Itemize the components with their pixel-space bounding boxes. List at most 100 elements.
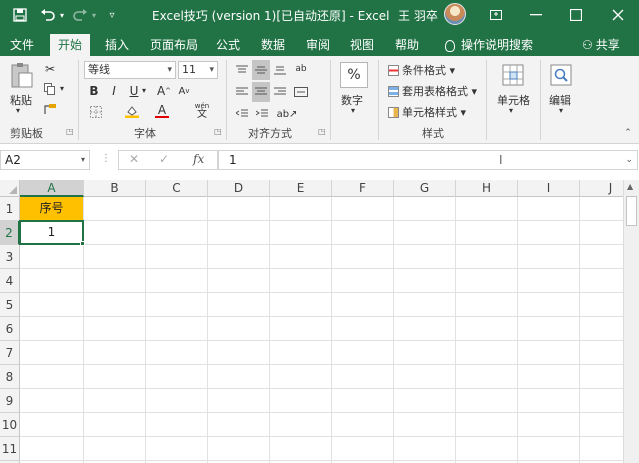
copy-dropdown-icon[interactable]: ▾ bbox=[60, 84, 64, 93]
row-header-8[interactable]: 8 bbox=[0, 365, 20, 389]
worksheet-grid[interactable]: ABCDEFGHIJ123456789101112序号1 bbox=[0, 180, 623, 463]
column-header-a[interactable]: A bbox=[20, 180, 84, 197]
merge-center-icon[interactable] bbox=[292, 84, 310, 100]
cells-button[interactable]: 单元格 bbox=[497, 92, 530, 108]
cell-a1[interactable]: 序号 bbox=[20, 197, 83, 220]
underline-button[interactable]: U bbox=[126, 83, 142, 99]
row-header-11[interactable]: 11 bbox=[0, 437, 20, 461]
row-header-5[interactable]: 5 bbox=[0, 293, 20, 317]
cells-dropdown-icon[interactable]: ▾ bbox=[509, 106, 513, 115]
cell-a2[interactable]: 1 bbox=[19, 220, 84, 245]
orientation-icon[interactable]: ab↗ bbox=[277, 106, 298, 122]
borders-icon[interactable] bbox=[86, 104, 106, 120]
underline-dropdown-icon[interactable]: ▾ bbox=[142, 86, 146, 95]
format-as-table-button[interactable]: 套用表格格式 ▾ bbox=[388, 83, 477, 99]
tell-me-search[interactable]: 操作说明搜索 bbox=[437, 34, 541, 56]
align-left-icon[interactable] bbox=[234, 84, 250, 100]
insert-function-icon[interactable]: fx bbox=[193, 152, 204, 166]
user-name[interactable]: 王 羽卒 bbox=[398, 7, 438, 24]
column-header-e[interactable]: E bbox=[270, 180, 332, 197]
scrollbar-thumb[interactable] bbox=[626, 196, 637, 226]
column-header-d[interactable]: D bbox=[208, 180, 270, 197]
decrease-font-button[interactable]: Av bbox=[176, 83, 192, 99]
font-name-combo[interactable]: 等线 ▾ bbox=[84, 61, 176, 79]
align-center-icon[interactable] bbox=[252, 82, 270, 102]
font-color-button[interactable]: A bbox=[154, 102, 170, 120]
redo-icon[interactable] bbox=[70, 6, 90, 24]
editing-dropdown-icon[interactable]: ▾ bbox=[559, 106, 563, 115]
editing-icon[interactable] bbox=[548, 62, 574, 88]
undo-dropdown-icon[interactable]: ▾ bbox=[58, 6, 66, 24]
tab-file[interactable]: 文件 bbox=[2, 34, 42, 56]
column-header-b[interactable]: B bbox=[84, 180, 146, 197]
row-header-2[interactable]: 2 bbox=[0, 221, 20, 245]
clipboard-launcher-icon[interactable]: ◳ bbox=[66, 127, 74, 136]
wrap-text-icon[interactable]: ab bbox=[292, 60, 310, 78]
cut-icon[interactable]: ✂ bbox=[42, 62, 58, 76]
column-header-f[interactable]: F bbox=[332, 180, 394, 197]
conditional-format-button[interactable]: 条件格式 ▾ bbox=[388, 62, 455, 78]
row-header-3[interactable]: 3 bbox=[0, 245, 20, 269]
tab-formulas[interactable]: 公式 bbox=[208, 34, 248, 56]
cells-icon[interactable] bbox=[500, 62, 526, 88]
alignment-launcher-icon[interactable]: ◳ bbox=[318, 127, 326, 136]
align-right-icon[interactable] bbox=[272, 84, 288, 100]
formula-bar-grip-icon[interactable]: ⋮ bbox=[101, 153, 111, 164]
select-all-button[interactable] bbox=[0, 180, 20, 197]
enter-icon[interactable]: ✓ bbox=[159, 152, 169, 166]
paste-button[interactable] bbox=[6, 60, 38, 90]
align-middle-icon[interactable] bbox=[252, 60, 270, 80]
chevron-down-icon[interactable]: ▾ bbox=[81, 151, 85, 169]
italic-button[interactable]: I bbox=[106, 83, 122, 99]
phonetic-button[interactable]: wén 文 bbox=[190, 102, 214, 120]
column-header-j[interactable]: J bbox=[580, 180, 623, 197]
column-header-g[interactable]: G bbox=[394, 180, 456, 197]
close-icon[interactable] bbox=[598, 0, 638, 30]
cell-styles-button[interactable]: 单元格样式 ▾ bbox=[388, 104, 466, 120]
cancel-icon[interactable]: ✕ bbox=[129, 152, 139, 166]
number-dropdown-icon[interactable]: ▾ bbox=[351, 106, 355, 115]
bold-button[interactable]: B bbox=[86, 83, 102, 99]
restore-icon[interactable] bbox=[556, 0, 596, 30]
ribbon-display-icon[interactable] bbox=[476, 0, 516, 30]
row-header-10[interactable]: 10 bbox=[0, 413, 20, 437]
row-header-7[interactable]: 7 bbox=[0, 341, 20, 365]
tab-insert[interactable]: 插入 bbox=[97, 34, 137, 56]
align-bottom-icon[interactable] bbox=[272, 62, 288, 78]
row-header-9[interactable]: 9 bbox=[0, 389, 20, 413]
increase-indent-icon[interactable] bbox=[254, 106, 270, 122]
format-painter-icon[interactable] bbox=[42, 102, 58, 116]
name-box[interactable]: A2 ▾ bbox=[0, 150, 90, 170]
fill-color-button[interactable] bbox=[124, 102, 140, 120]
paste-dropdown-icon[interactable]: ▾ bbox=[16, 106, 20, 115]
column-header-i[interactable]: I bbox=[518, 180, 580, 197]
column-header-h[interactable]: H bbox=[456, 180, 518, 197]
copy-icon[interactable] bbox=[42, 82, 58, 96]
expand-formula-icon[interactable]: ⌄ bbox=[625, 151, 633, 169]
column-header-c[interactable]: C bbox=[146, 180, 208, 197]
tab-data[interactable]: 数据 bbox=[253, 34, 293, 56]
tab-page-layout[interactable]: 页面布局 bbox=[142, 34, 206, 56]
decrease-indent-icon[interactable] bbox=[234, 106, 250, 122]
save-icon[interactable] bbox=[10, 6, 30, 24]
number-format-icon[interactable]: % bbox=[340, 62, 368, 88]
tab-home[interactable]: 开始 bbox=[50, 34, 91, 56]
tab-help[interactable]: 帮助 bbox=[387, 34, 427, 56]
avatar[interactable] bbox=[444, 3, 466, 25]
font-launcher-icon[interactable]: ◳ bbox=[214, 127, 222, 136]
customize-icon[interactable]: ▿ bbox=[104, 6, 120, 24]
undo-icon[interactable] bbox=[38, 6, 58, 24]
formula-input[interactable]: 1 I ⌄ bbox=[218, 150, 638, 170]
row-header-6[interactable]: 6 bbox=[0, 317, 20, 341]
align-top-icon[interactable] bbox=[234, 62, 250, 78]
increase-font-button[interactable]: A ^ bbox=[156, 83, 172, 99]
fill-handle[interactable] bbox=[80, 241, 85, 246]
scroll-up-icon[interactable]: ▲ bbox=[627, 182, 633, 191]
row-header-4[interactable]: 4 bbox=[0, 269, 20, 293]
redo-dropdown-icon[interactable]: ▾ bbox=[90, 6, 98, 24]
collapse-ribbon-icon[interactable]: ⌃ bbox=[622, 127, 634, 139]
tab-view[interactable]: 视图 bbox=[342, 34, 382, 56]
share-button[interactable]: ⚇ 共享 bbox=[582, 36, 620, 53]
vertical-scrollbar[interactable]: ▲ bbox=[623, 180, 639, 463]
tab-review[interactable]: 审阅 bbox=[298, 34, 338, 56]
